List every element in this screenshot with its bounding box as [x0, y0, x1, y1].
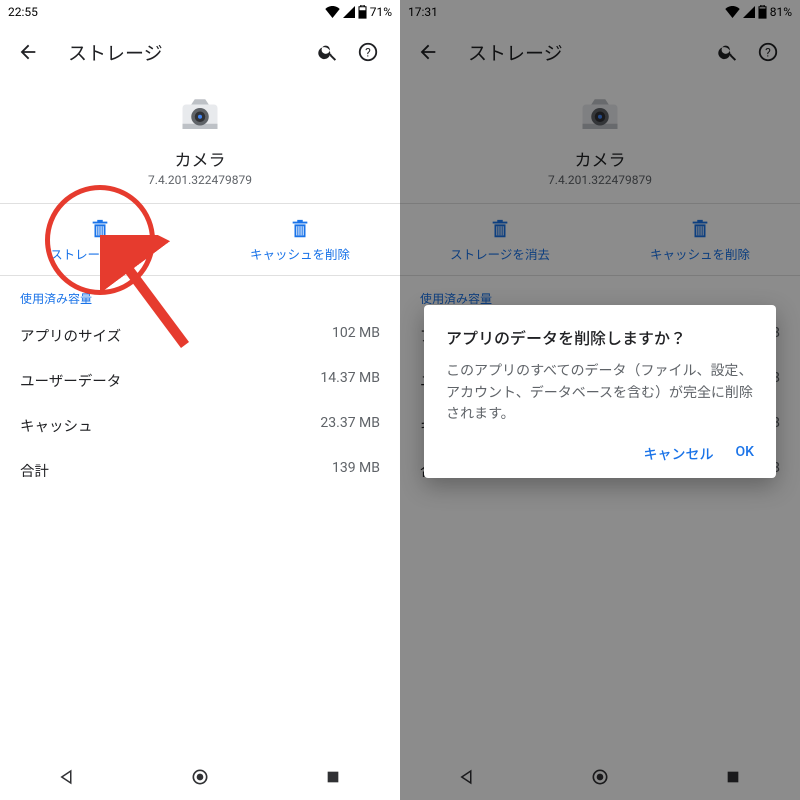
clear-cache-label: キャッシュを削除 — [250, 248, 350, 263]
nav-recent-button[interactable] — [319, 763, 347, 791]
status-icons: 71% — [325, 5, 392, 19]
square-recent-icon — [325, 769, 341, 785]
screen-right: 17:31 81% ストレージ ? — [400, 0, 800, 800]
battery-icon — [358, 5, 367, 19]
help-icon: ? — [357, 41, 379, 63]
wifi-icon — [325, 6, 340, 18]
app-icon — [179, 94, 221, 136]
confirm-dialog: アプリのデータを削除しますか？ このアプリのすべてのデータ（ファイル、設定、アカ… — [424, 305, 776, 478]
trash-icon — [289, 218, 311, 240]
app-name: カメラ — [0, 146, 400, 171]
actions-row: ストレージを消去 キャッシュを削除 — [0, 204, 400, 275]
circle-home-icon — [190, 767, 210, 787]
ok-button[interactable]: OK — [736, 444, 755, 464]
list-item: キャッシュ 23.37 MB — [0, 403, 400, 448]
signal-icon — [343, 6, 355, 18]
row-key: 合計 — [20, 460, 49, 481]
app-version: 7.4.201.322479879 — [0, 173, 400, 187]
camera-icon — [179, 94, 221, 136]
appbar: ストレージ ? — [0, 24, 400, 80]
clear-cache-button[interactable]: キャッシュを削除 — [200, 204, 400, 275]
statusbar: 22:55 71% — [0, 0, 400, 24]
row-key: キャッシュ — [20, 415, 93, 436]
app-header: カメラ 7.4.201.322479879 — [0, 80, 400, 203]
screen-left: 22:55 71% ストレージ ? — [0, 0, 400, 800]
page-title: ストレージ — [68, 39, 308, 66]
row-key: ユーザーデータ — [20, 370, 121, 391]
nav-home-button[interactable] — [186, 763, 214, 791]
dialog-buttons: キャンセル OK — [446, 444, 754, 470]
row-val: 102 MB — [332, 325, 380, 346]
navbar — [0, 752, 400, 800]
svg-text:?: ? — [365, 46, 371, 60]
section-label: 使用済み容量 — [0, 276, 400, 313]
cancel-button[interactable]: キャンセル — [644, 444, 714, 464]
row-val: 139 MB — [332, 460, 380, 481]
nav-back-button[interactable] — [53, 763, 81, 791]
triangle-back-icon — [58, 768, 76, 786]
back-button[interactable] — [8, 32, 48, 72]
list-item: アプリのサイズ 102 MB — [0, 313, 400, 358]
dialog-body: このアプリのすべてのデータ（ファイル、設定、アカウント、データベースを含む）が完… — [446, 361, 754, 426]
status-battery-pct: 71% — [370, 5, 392, 19]
list-item: ユーザーデータ 14.37 MB — [0, 358, 400, 403]
row-val: 23.37 MB — [320, 415, 380, 436]
status-time: 22:55 — [8, 5, 38, 19]
clear-storage-label: ストレージを消去 — [50, 248, 150, 263]
row-val: 14.37 MB — [320, 370, 380, 391]
list-item: 合計 139 MB — [0, 448, 400, 493]
trash-icon — [89, 218, 111, 240]
help-button[interactable]: ? — [348, 32, 388, 72]
row-key: アプリのサイズ — [20, 325, 121, 346]
search-icon — [317, 41, 339, 63]
dialog-title: アプリのデータを削除しますか？ — [446, 325, 754, 349]
arrow-back-icon — [17, 41, 39, 63]
clear-storage-button[interactable]: ストレージを消去 — [0, 204, 200, 275]
search-button[interactable] — [308, 32, 348, 72]
